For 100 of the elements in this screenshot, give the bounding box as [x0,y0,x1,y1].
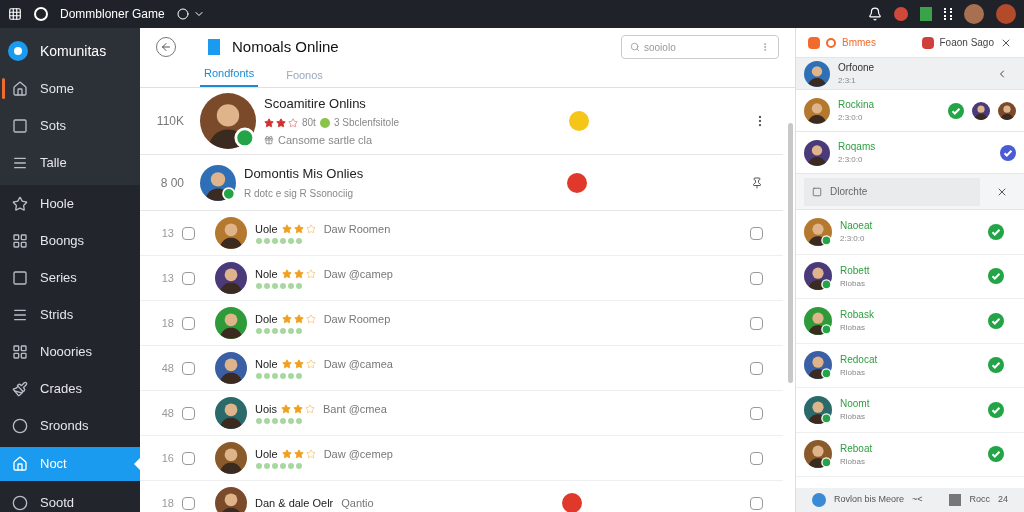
avatar [215,307,247,339]
sidebar-item[interactable]: Noct [0,447,140,481]
friend-status: 2:3:1 [838,75,857,87]
profile-avatar[interactable] [964,4,984,24]
avatar [998,101,1016,120]
sidebar-item[interactable]: Strids [0,296,140,333]
friend-status: Rlobas [840,455,866,468]
item-name: Uois [255,401,277,417]
avatar [804,440,832,469]
game-detail: Cansome sartle cla [278,133,373,148]
row-checkbox[interactable] [750,496,763,510]
avatar [215,217,247,249]
nav-icon [12,456,28,472]
avatar [215,397,247,429]
friend-status: Rlobas [840,322,866,335]
filter-placeholder: Dlorchte [830,185,868,199]
friend-status: Rlobas [840,277,866,290]
avatar [215,352,247,384]
stars-icon [255,462,303,471]
row-checkbox[interactable] [182,406,195,420]
pointer-icon [134,458,140,470]
count-label: 8 00 [159,174,185,192]
check-icon [988,446,1004,463]
row-checkbox[interactable] [750,316,763,330]
sidebar-item[interactable]: Some [0,70,140,107]
sidebar-item[interactable]: Sootd [0,484,140,512]
friend-row[interactable]: Naoeat 2:3:0:0 [796,210,1024,255]
row-checkbox[interactable] [182,361,195,375]
nav-icon [12,269,28,286]
status-icon [319,117,330,128]
rating-text: 80t [302,116,316,130]
sidebar-item[interactable]: Talle [0,144,140,181]
game-name: Foaon Sago [939,36,994,50]
back-arrow-icon [160,41,172,53]
stars-icon [255,327,303,336]
row-checkbox[interactable] [750,226,763,240]
friend-row[interactable]: Rockina 2:3:0:0 [796,90,1024,132]
count-label: 110K [155,113,185,130]
sidebar-item[interactable]: Crades [0,370,140,407]
nav-icon [12,232,28,249]
check-icon [988,223,1004,240]
row-checkbox[interactable] [750,406,763,420]
item-name: Dan & dale Oelr [255,495,334,511]
avatar [804,60,830,87]
friend-row[interactable]: Redocat Rlobas [796,343,1024,388]
avatar [804,97,830,124]
app-title: Dommbloner Game [60,6,165,23]
app-logo-icon [34,7,48,21]
sidebar-item[interactable]: Hoole [0,185,140,222]
friend-row[interactable]: Robask Rlobas [796,299,1024,344]
sidebar-item[interactable]: Nooories [0,333,140,370]
row-checkbox[interactable] [182,226,195,240]
sidebar-item[interactable]: Sroonds [0,407,140,444]
friend-name: Roqams [838,140,877,154]
nav-icon [12,80,28,97]
row-checkbox[interactable] [750,271,763,285]
filter-field[interactable]: Dlorchte [804,177,980,206]
friend-row[interactable]: Noomt Rlobas [796,388,1024,433]
game-title: Domontis Mis Onlies [244,165,364,184]
gift-icon [264,135,274,146]
status-icon [176,8,189,20]
friend-status: Rlobas [840,411,866,424]
row-checkbox[interactable] [182,496,195,510]
filter-icon [812,186,822,197]
count-label: 13 [160,225,174,241]
item-name: Dole [255,311,278,327]
panel-tab[interactable]: Bmmes [842,35,876,50]
stars-icon [255,417,303,426]
friend-name: Naoeat [840,219,874,234]
avatar [200,164,236,201]
item-text: Daw Roomep [323,311,391,327]
item-text: Daw @cemep [323,446,393,462]
row-checkbox[interactable] [182,451,195,465]
nav-icon [12,417,28,434]
row-checkbox[interactable] [750,451,763,465]
row-checkbox[interactable] [750,361,763,375]
item-text: Bant @cmea [323,401,387,417]
friend-row[interactable]: Reboat Rlobas [796,432,1024,477]
box-icon [949,494,962,506]
sidebar-item[interactable]: Sots [0,107,140,144]
avatar [215,262,247,294]
row-checkbox[interactable] [182,271,195,285]
page-title: Nomoals Online [232,36,339,57]
sidebar-item[interactable]: Boongs [0,222,140,259]
notification-icon [868,7,882,21]
search-placeholder: sooiolo [644,40,677,55]
tab[interactable]: Rondfonts [200,64,259,87]
friend-row[interactable]: Robett Rlobas [796,254,1024,299]
friend-row[interactable]: Orfoone 2:3:1 [796,58,1024,90]
sidebar-item[interactable]: Series [0,259,140,296]
count-label: 16 [160,450,174,466]
avatar [972,101,990,120]
search-field[interactable]: sooiolo [621,35,779,59]
profile-avatar[interactable] [996,4,1016,24]
avatar [804,217,832,246]
footer-mark: ~< [912,493,923,507]
item-name: Uole [255,221,278,237]
row-checkbox[interactable] [182,316,195,330]
pin-icon[interactable] [751,176,763,189]
dots-icon [944,8,952,20]
